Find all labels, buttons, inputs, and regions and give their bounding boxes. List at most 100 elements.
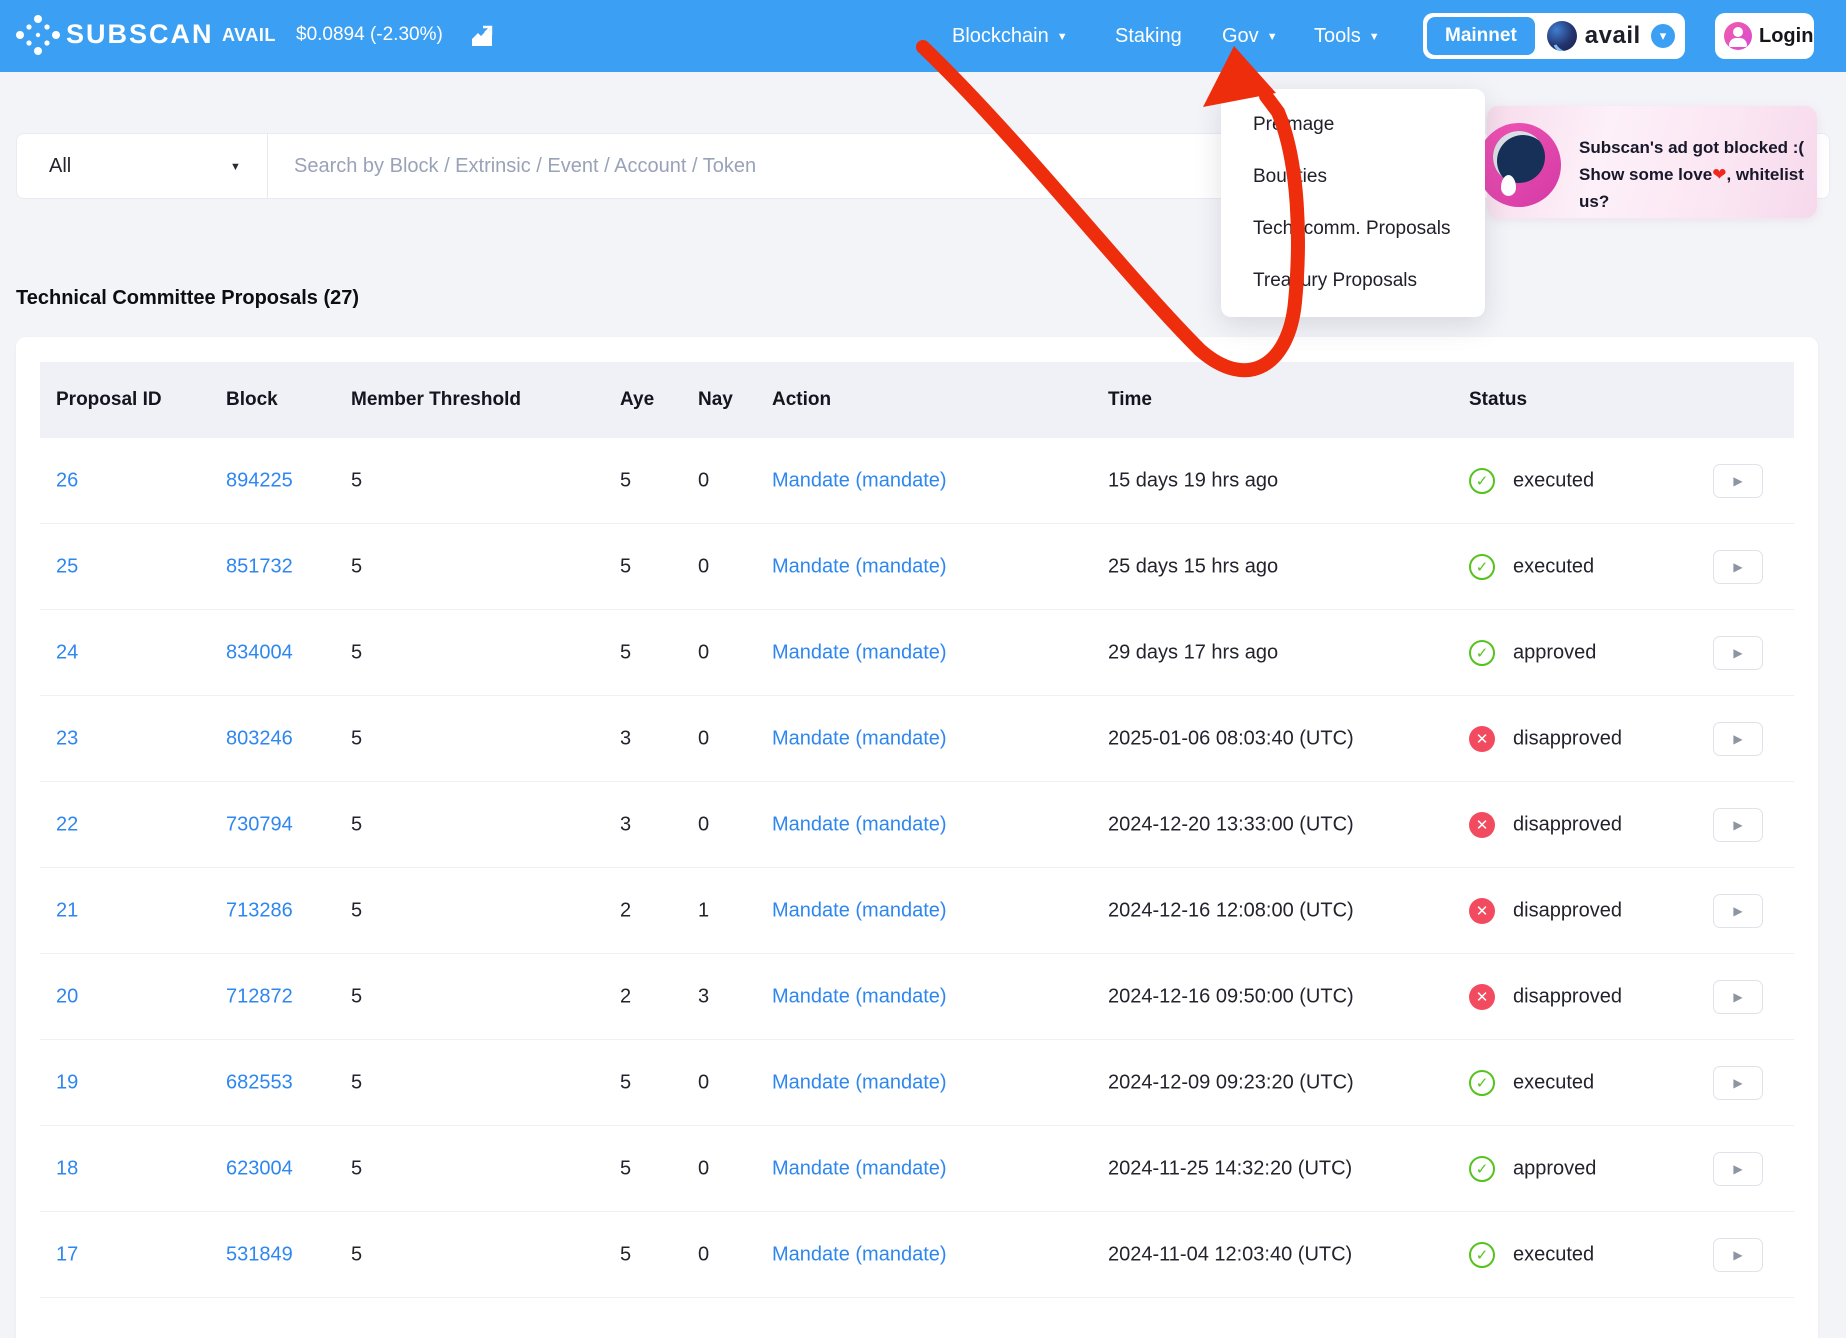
block-link[interactable]: 730794 <box>226 813 293 836</box>
proposal-id-link[interactable]: 25 <box>56 555 78 578</box>
expand-row-button[interactable]: ▶ <box>1713 1238 1763 1272</box>
status-icon: ✓ <box>1469 1070 1495 1096</box>
expand-row-button[interactable]: ▶ <box>1713 894 1763 928</box>
nay-value: 0 <box>698 1157 709 1180</box>
expand-row-button[interactable]: ▶ <box>1713 722 1763 756</box>
login-button[interactable]: Login <box>1715 13 1814 59</box>
block-link[interactable]: 682553 <box>226 1071 293 1094</box>
proposal-id-link[interactable]: 21 <box>56 899 78 922</box>
block-link[interactable]: 531849 <box>226 1243 293 1266</box>
menu-item-bounties[interactable]: Bounties <box>1221 151 1485 203</box>
proposal-id-link[interactable]: 22 <box>56 813 78 836</box>
heart-icon: ❤ <box>1712 165 1726 184</box>
col-proposal-id: Proposal ID <box>56 389 162 411</box>
nav-tools[interactable]: Tools ▼ <box>1314 0 1380 72</box>
status-label: disapproved <box>1513 985 1622 1008</box>
status-label: disapproved <box>1513 727 1622 750</box>
menu-item-tech-comm-proposals[interactable]: Tech. comm. Proposals <box>1221 203 1485 255</box>
aye-value: 5 <box>620 469 631 492</box>
status-icon: ✕ <box>1469 898 1495 924</box>
subscan-logo-icon <box>16 12 60 60</box>
menu-item-treasury-proposals[interactable]: Treasury Proposals <box>1221 255 1485 307</box>
proposal-id-link[interactable]: 23 <box>56 727 78 750</box>
block-link[interactable]: 713286 <box>226 899 293 922</box>
expand-row-button[interactable]: ▶ <box>1713 980 1763 1014</box>
aye-value: 5 <box>620 1071 631 1094</box>
col-time: Time <box>1108 389 1152 411</box>
action-link[interactable]: Mandate (mandate) <box>772 985 947 1008</box>
block-link[interactable]: 834004 <box>226 641 293 664</box>
nay-value: 1 <box>698 899 709 922</box>
status-label: executed <box>1513 469 1594 492</box>
proposal-id-link[interactable]: 26 <box>56 469 78 492</box>
threshold-value: 5 <box>351 1071 362 1094</box>
search-filter-dropdown[interactable]: All ▼ <box>17 134 267 198</box>
expand-row-button[interactable]: ▶ <box>1713 550 1763 584</box>
action-link[interactable]: Mandate (mandate) <box>772 727 947 750</box>
nav-tools-label: Tools <box>1314 25 1361 48</box>
chevron-down-icon: ▼ <box>1267 32 1278 43</box>
expand-row-button[interactable]: ▶ <box>1713 464 1763 498</box>
chain-chevron-icon[interactable]: ▾ <box>1651 24 1675 48</box>
table-row: 26 894225 5 5 0 Mandate (mandate) 15 day… <box>40 438 1794 524</box>
proposal-id-link[interactable]: 19 <box>56 1071 78 1094</box>
brand-name[interactable]: SUBSCAN <box>66 19 214 50</box>
time-value: 25 days 15 hrs ago <box>1108 555 1278 578</box>
proposal-id-link[interactable]: 17 <box>56 1243 78 1266</box>
expand-row-button[interactable]: ▶ <box>1713 636 1763 670</box>
chevron-down-icon: ▼ <box>230 161 241 173</box>
threshold-value: 5 <box>351 1243 362 1266</box>
time-value: 2024-11-25 14:32:20 (UTC) <box>1108 1157 1352 1180</box>
block-link[interactable]: 851732 <box>226 555 293 578</box>
expand-row-button[interactable]: ▶ <box>1713 808 1763 842</box>
block-link[interactable]: 894225 <box>226 469 293 492</box>
sad-mascot-icon <box>1477 123 1561 207</box>
nav-gov[interactable]: Gov ▼ <box>1222 0 1278 72</box>
expand-row-button[interactable]: ▶ <box>1713 1066 1763 1100</box>
block-link[interactable]: 712872 <box>226 985 293 1008</box>
action-link[interactable]: Mandate (mandate) <box>772 469 947 492</box>
status-icon: ✓ <box>1469 640 1495 666</box>
action-link[interactable]: Mandate (mandate) <box>772 555 947 578</box>
status-icon: ✕ <box>1469 984 1495 1010</box>
aye-value: 5 <box>620 1243 631 1266</box>
action-link[interactable]: Mandate (mandate) <box>772 1243 947 1266</box>
proposal-id-link[interactable]: 18 <box>56 1157 78 1180</box>
block-link[interactable]: 803246 <box>226 727 293 750</box>
threshold-value: 5 <box>351 727 362 750</box>
proposal-id-link[interactable]: 24 <box>56 641 78 664</box>
ad-line1: Subscan's ad got blocked :( <box>1579 134 1817 161</box>
proposal-id-link[interactable]: 20 <box>56 985 78 1008</box>
nay-value: 0 <box>698 555 709 578</box>
menu-item-preimage[interactable]: Preimage <box>1221 99 1485 151</box>
price-chart-icon[interactable] <box>470 24 494 48</box>
action-link[interactable]: Mandate (mandate) <box>772 1071 947 1094</box>
status-icon: ✓ <box>1469 468 1495 494</box>
ad-blocked-notice: Subscan's ad got blocked :( Show some lo… <box>1487 106 1817 218</box>
table-row: 25 851732 5 5 0 Mandate (mandate) 25 day… <box>40 524 1794 610</box>
action-link[interactable]: Mandate (mandate) <box>772 641 947 664</box>
aye-value: 5 <box>620 555 631 578</box>
col-aye: Aye <box>620 389 654 411</box>
nav-staking-label: Staking <box>1115 25 1182 48</box>
nav-blockchain[interactable]: Blockchain ▼ <box>952 0 1068 72</box>
aye-value: 3 <box>620 727 631 750</box>
nav-gov-label: Gov <box>1222 25 1259 48</box>
aye-value: 5 <box>620 1157 631 1180</box>
threshold-value: 5 <box>351 813 362 836</box>
time-value: 2025-01-06 08:03:40 (UTC) <box>1108 727 1354 750</box>
col-action: Action <box>772 389 831 411</box>
block-link[interactable]: 623004 <box>226 1157 293 1180</box>
expand-row-button[interactable]: ▶ <box>1713 1152 1763 1186</box>
time-value: 2024-12-09 09:23:20 (UTC) <box>1108 1071 1354 1094</box>
action-link[interactable]: Mandate (mandate) <box>772 1157 947 1180</box>
mainnet-button[interactable]: Mainnet <box>1427 17 1535 55</box>
action-link[interactable]: Mandate (mandate) <box>772 813 947 836</box>
top-navbar: SUBSCAN AVAIL $0.0894 (-2.30%) Blockchai… <box>0 0 1846 72</box>
chain-name: avail <box>1585 22 1641 50</box>
status-icon: ✓ <box>1469 1242 1495 1268</box>
action-link[interactable]: Mandate (mandate) <box>772 899 947 922</box>
nav-staking[interactable]: Staking <box>1115 0 1182 72</box>
status-label: disapproved <box>1513 899 1622 922</box>
threshold-value: 5 <box>351 985 362 1008</box>
